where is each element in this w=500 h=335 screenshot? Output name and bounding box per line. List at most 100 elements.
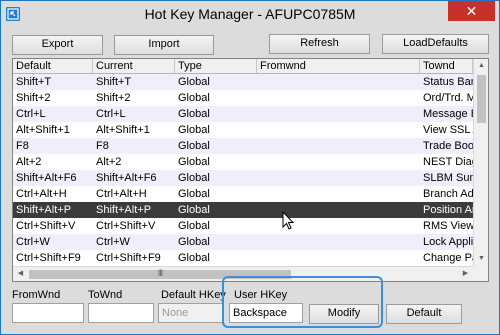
- table-row[interactable]: Alt+Shift+1 Alt+Shift+1 Global View SSL Aut: [13, 122, 473, 138]
- default-button[interactable]: Default: [386, 304, 462, 324]
- table-cell-townd: Branch Adho: [423, 188, 473, 200]
- refresh-button[interactable]: Refresh: [269, 34, 370, 54]
- table-cell-fromwnd: [257, 154, 420, 170]
- table-cell-default: Shift+2: [16, 92, 51, 104]
- table-cell-fromwnd: [257, 186, 420, 202]
- table-cell-type: Global: [178, 140, 210, 152]
- table-cell-fromwnd: [257, 234, 420, 250]
- load-defaults-button[interactable]: LoadDefaults: [382, 34, 489, 54]
- table-cell-fromwnd: [257, 138, 420, 154]
- table-cell-type: Global: [178, 204, 210, 216]
- mouse-cursor-icon: [282, 210, 296, 234]
- table-cell-townd: Position Anal: [423, 204, 473, 216]
- table-cell-fromwnd: [257, 106, 420, 122]
- column-header-default[interactable]: Default: [13, 59, 93, 73]
- townd-label: ToWnd: [88, 289, 123, 301]
- window-title: Hot Key Manager - AFUPC0785M: [144, 6, 356, 22]
- table-cell-current: Ctrl+Shift+F9: [96, 252, 161, 264]
- table-cell-type: Global: [178, 172, 210, 184]
- table-cell-current: Ctrl+Alt+H: [96, 188, 147, 200]
- title-bar[interactable]: Hot Key Manager - AFUPC0785M ✕: [1, 1, 499, 28]
- table-cell-current: Ctrl+L: [96, 108, 126, 120]
- table-cell-fromwnd: [257, 250, 420, 266]
- table-cell-type: Global: [178, 108, 210, 120]
- table-cell-townd: SLBM Summa: [423, 172, 473, 184]
- table-cell-type: Global: [178, 76, 210, 88]
- close-icon: ✕: [465, 3, 478, 19]
- scroll-right-icon[interactable]: ▶: [458, 267, 473, 281]
- table-cell-townd: Status Bar: [423, 76, 473, 88]
- table-cell-type: Global: [178, 92, 210, 104]
- table-row[interactable]: Shift+2 Shift+2 Global Ord/Trd. Mes: [13, 90, 473, 106]
- table-cell-default: Shift+T: [16, 76, 52, 88]
- column-header-fromwnd[interactable]: Fromwnd: [257, 59, 420, 73]
- table-cell-type: Global: [178, 188, 210, 200]
- table-cell-type: Global: [178, 156, 210, 168]
- vertical-scrollbar[interactable]: ▲ ▼: [473, 59, 488, 266]
- table-cell-default: Shift+Alt+P: [16, 204, 72, 216]
- table-cell-current: F8: [96, 140, 109, 152]
- table-cell-default: Ctrl+Shift+F9: [16, 252, 81, 264]
- table-cell-type: Global: [178, 236, 210, 248]
- table-cell-current: Alt+2: [96, 156, 122, 168]
- table-cell-townd: NEST Diagno: [423, 156, 473, 168]
- scroll-up-icon[interactable]: ▲: [474, 59, 488, 73]
- townd-field[interactable]: [88, 303, 154, 323]
- table-cell-default: Ctrl+W: [16, 236, 50, 248]
- table-row[interactable]: Ctrl+L Ctrl+L Global Message Bar: [13, 106, 473, 122]
- table-cell-fromwnd: [257, 74, 420, 90]
- table-cell-type: Global: [178, 124, 210, 136]
- table-cell-default: F8: [16, 140, 29, 152]
- table-cell-current: Shift+2: [96, 92, 131, 104]
- user-hkey-highlight: [222, 276, 383, 328]
- column-header-townd[interactable]: Townd: [420, 59, 473, 73]
- table-cell-default: Ctrl+L: [16, 108, 46, 120]
- column-header-type[interactable]: Type: [175, 59, 257, 73]
- table-row[interactable]: F8 F8 Global Trade Book: [13, 138, 473, 154]
- table-cell-townd: Message Bar: [423, 108, 473, 120]
- table-cell-current: Shift+T: [96, 76, 132, 88]
- table-row[interactable]: Shift+Alt+P Shift+Alt+P Global Position Ana…: [13, 202, 473, 218]
- table-cell-townd: Ord/Trd. Mes: [423, 92, 473, 104]
- table-row[interactable]: Shift+T Shift+T Global Status Bar: [13, 74, 473, 90]
- table-cell-current: Ctrl+Shift+V: [96, 220, 156, 232]
- table-cell-type: Global: [178, 252, 210, 264]
- close-button[interactable]: ✕: [448, 1, 495, 21]
- table-row[interactable]: Ctrl+Alt+H Ctrl+Alt+H Global Branch Adho: [13, 186, 473, 202]
- table-cell-townd: View SSL Aut: [423, 124, 473, 136]
- fromwnd-field[interactable]: [12, 303, 84, 323]
- default-hkey-field: None: [158, 303, 224, 323]
- table-cell-townd: RMS View Lim: [423, 220, 473, 232]
- table-cell-townd: Lock Applicat: [423, 236, 473, 248]
- table-cell-townd: Trade Book: [423, 140, 473, 152]
- table-row[interactable]: Shift+Alt+F6 Shift+Alt+F6 Global SLBM Summa: [13, 170, 473, 186]
- table-row[interactable]: Ctrl+Shift+V Ctrl+Shift+V Global RMS View L…: [13, 218, 473, 234]
- table-cell-default: Ctrl+Shift+V: [16, 220, 76, 232]
- table-cell-current: Ctrl+W: [96, 236, 130, 248]
- table-cell-fromwnd: [257, 90, 420, 106]
- export-button[interactable]: Export: [12, 35, 103, 55]
- table-cell-current: Alt+Shift+1: [96, 124, 150, 136]
- table-cell-type: Global: [178, 220, 210, 232]
- table-row[interactable]: Ctrl+W Ctrl+W Global Lock Applicat: [13, 234, 473, 250]
- table-row[interactable]: Alt+2 Alt+2 Global NEST Diagno: [13, 154, 473, 170]
- import-button[interactable]: Import: [114, 35, 214, 55]
- grid-header: Default Current Type Fromwnd Townd: [13, 59, 473, 74]
- table-cell-current: Shift+Alt+F6: [96, 172, 157, 184]
- table-cell-fromwnd: [257, 122, 420, 138]
- table-cell-default: Alt+2: [16, 156, 42, 168]
- hot-key-manager-window: Hot Key Manager - AFUPC0785M ✕ Export Im…: [0, 0, 500, 335]
- column-header-current[interactable]: Current: [93, 59, 175, 73]
- vertical-scroll-thumb[interactable]: [477, 75, 486, 123]
- default-hkey-label: Default HKey: [161, 289, 226, 301]
- scrollbar-corner: [473, 266, 488, 281]
- fromwnd-label: FromWnd: [12, 289, 61, 301]
- table-cell-fromwnd: [257, 170, 420, 186]
- grid-body: Shift+T Shift+T Global Status Bar Shift+2 Shi…: [13, 74, 473, 266]
- hotkey-grid[interactable]: Default Current Type Fromwnd Townd Shift…: [12, 58, 489, 282]
- table-cell-default: Ctrl+Alt+H: [16, 188, 67, 200]
- scroll-down-icon[interactable]: ▼: [474, 252, 488, 266]
- scroll-left-icon[interactable]: ◀: [13, 267, 28, 281]
- table-cell-default: Alt+Shift+1: [16, 124, 70, 136]
- table-row[interactable]: Ctrl+Shift+F9 Ctrl+Shift+F9 Global Change P…: [13, 250, 473, 266]
